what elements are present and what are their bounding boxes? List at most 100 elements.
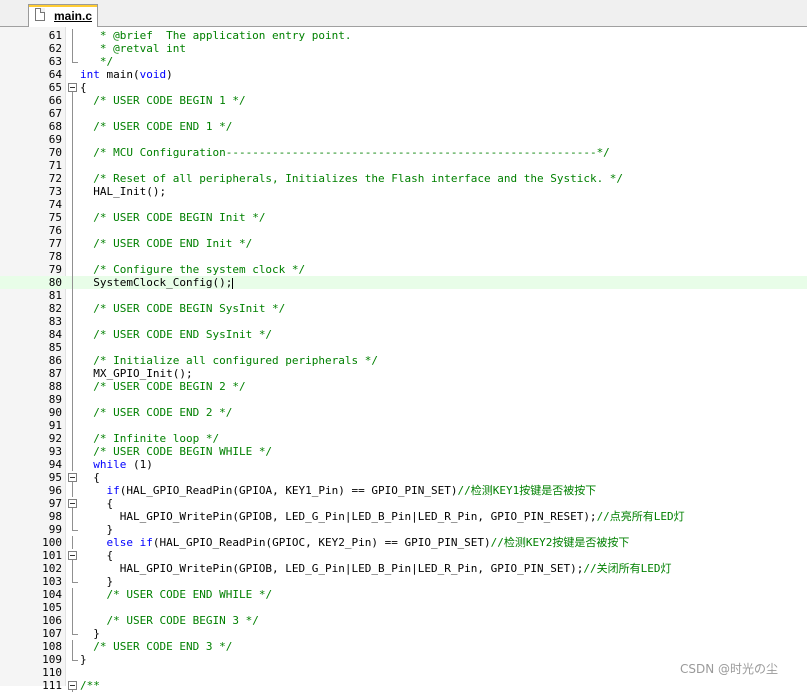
code-line[interactable]: 61 * @brief The application entry point. [0, 29, 807, 42]
code-line[interactable]: 67 [0, 107, 807, 120]
fold-line-marker [67, 393, 78, 406]
code-text: /* USER CODE END WHILE */ [80, 588, 273, 601]
code-keyword: else if [106, 536, 153, 549]
fold-empty [67, 68, 78, 81]
code-line[interactable]: 108 /* USER CODE END 3 */ [0, 640, 807, 653]
fold-line-marker [67, 445, 78, 458]
line-number: 85 [48, 341, 62, 354]
code-line[interactable]: 62 * @retval int [0, 42, 807, 55]
fold-line-marker [67, 406, 78, 419]
code-line[interactable]: 68 /* USER CODE END 1 */ [0, 120, 807, 133]
code-token: main( [99, 68, 140, 81]
code-line[interactable]: 102 HAL_GPIO_WritePin(GPIOB, LED_G_Pin|L… [0, 562, 807, 575]
code-line[interactable]: 94 while (1) [0, 458, 807, 471]
line-number: 109 [42, 653, 62, 666]
fold-toggle-icon[interactable] [67, 549, 78, 562]
code-line[interactable]: 101 { [0, 549, 807, 562]
code-comment: /* Configure the system clock */ [93, 263, 306, 276]
code-line[interactable]: 83 [0, 315, 807, 328]
code-line[interactable]: 97 { [0, 497, 807, 510]
code-line[interactable]: 85 [0, 341, 807, 354]
code-line[interactable]: 90 /* USER CODE END 2 */ [0, 406, 807, 419]
code-line[interactable]: 79 /* Configure the system clock */ [0, 263, 807, 276]
line-number: 89 [48, 393, 62, 406]
line-number: 79 [48, 263, 62, 276]
line-number: 77 [48, 237, 62, 250]
code-line[interactable]: 84 /* USER CODE END SysInit */ [0, 328, 807, 341]
code-line[interactable]: 81 [0, 289, 807, 302]
code-token: HAL_Init(); [80, 185, 167, 198]
code-line[interactable]: 103 } [0, 575, 807, 588]
code-line[interactable]: 77 /* USER CODE END Init */ [0, 237, 807, 250]
code-line[interactable]: 96 if(HAL_GPIO_ReadPin(GPIOA, KEY1_Pin) … [0, 484, 807, 497]
code-line[interactable]: 93 /* USER CODE BEGIN WHILE */ [0, 445, 807, 458]
code-line[interactable]: 87 MX_GPIO_Init(); [0, 367, 807, 380]
code-line[interactable]: 80 SystemClock_Config(); [0, 276, 807, 289]
code-comment: //点亮所有LED灯 [596, 510, 685, 523]
code-line[interactable]: 106 /* USER CODE BEGIN 3 */ [0, 614, 807, 627]
code-line[interactable]: 104 /* USER CODE END WHILE */ [0, 588, 807, 601]
fold-line-marker [67, 146, 78, 159]
fold-line-marker [67, 510, 78, 523]
code-text: * @retval int [80, 42, 186, 55]
code-line[interactable]: 63 */ [0, 55, 807, 68]
line-number: 70 [48, 146, 62, 159]
fold-line-marker [67, 315, 78, 328]
code-line[interactable]: 95 { [0, 471, 807, 484]
code-text: /* USER CODE BEGIN 1 */ [80, 94, 245, 107]
code-line[interactable]: 107 } [0, 627, 807, 640]
code-line[interactable]: 92 /* Infinite loop */ [0, 432, 807, 445]
code-line[interactable]: 72 /* Reset of all peripherals, Initiali… [0, 172, 807, 185]
code-line[interactable]: 66 /* USER CODE BEGIN 1 */ [0, 94, 807, 107]
line-number: 80 [48, 276, 62, 289]
fold-toggle-icon[interactable] [67, 81, 78, 94]
code-line[interactable]: 69 [0, 133, 807, 146]
code-line[interactable]: 76 [0, 224, 807, 237]
code-line[interactable]: 86 /* Initialize all configured peripher… [0, 354, 807, 367]
line-number: 69 [48, 133, 62, 146]
code-comment: /* USER CODE END 1 */ [93, 120, 233, 133]
fold-toggle-icon[interactable] [67, 471, 78, 484]
code-line[interactable]: 88 /* USER CODE BEGIN 2 */ [0, 380, 807, 393]
code-line[interactable]: 74 [0, 198, 807, 211]
fold-toggle-icon[interactable] [67, 497, 78, 510]
code-line[interactable]: 98 HAL_GPIO_WritePin(GPIOB, LED_G_Pin|LE… [0, 510, 807, 523]
code-text: HAL_GPIO_WritePin(GPIOB, LED_G_Pin|LED_B… [80, 562, 672, 575]
tab-main-c[interactable]: main.c [28, 4, 98, 27]
line-number: 108 [42, 640, 62, 653]
line-number: 64 [48, 68, 62, 81]
code-text: /* Initialize all configured peripherals… [80, 354, 378, 367]
fold-line-marker [67, 640, 78, 653]
line-number: 71 [48, 159, 62, 172]
code-line[interactable]: 89 [0, 393, 807, 406]
code-line[interactable]: 75 /* USER CODE BEGIN Init */ [0, 211, 807, 224]
fold-end-marker [67, 575, 78, 588]
line-number: 63 [48, 55, 62, 68]
fold-line-marker [67, 224, 78, 237]
code-token: { [80, 81, 87, 94]
fold-line-marker [67, 94, 78, 107]
code-line[interactable]: 73 HAL_Init(); [0, 185, 807, 198]
code-comment: /* USER CODE END 3 */ [93, 640, 233, 653]
code-line[interactable]: 105 [0, 601, 807, 614]
code-text: { [80, 471, 100, 484]
line-number: 75 [48, 211, 62, 224]
code-line[interactable]: 99 } [0, 523, 807, 536]
code-line[interactable]: 65 { [0, 81, 807, 94]
code-line[interactable]: 91 [0, 419, 807, 432]
code-line[interactable]: 71 [0, 159, 807, 172]
code-line[interactable]: 64 int main(void) [0, 68, 807, 81]
code-line[interactable]: 70 /* MCU Configuration-----------------… [0, 146, 807, 159]
code-line[interactable]: 78 [0, 250, 807, 263]
fold-line-marker [67, 302, 78, 315]
line-number: 84 [48, 328, 62, 341]
line-number: 105 [42, 601, 62, 614]
code-line[interactable]: 100 else if(HAL_GPIO_ReadPin(GPIOC, KEY2… [0, 536, 807, 549]
code-editor[interactable]: 61 * @brief The application entry point.… [0, 27, 807, 692]
code-line[interactable]: 82 /* USER CODE BEGIN SysInit */ [0, 302, 807, 315]
